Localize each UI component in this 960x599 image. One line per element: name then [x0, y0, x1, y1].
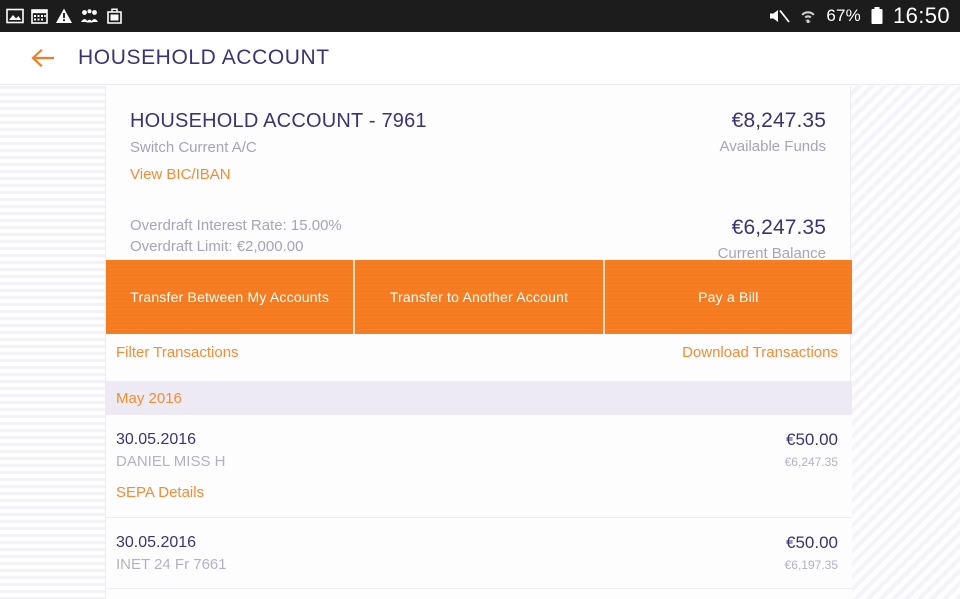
- filter-transactions-link[interactable]: Filter Transactions: [116, 344, 239, 361]
- switch-account-label[interactable]: Switch Current A/C: [130, 136, 427, 160]
- transaction-amount: €50.00: [786, 430, 838, 449]
- transaction-list: May 2016 30.05.2016 DANIEL MISS H €50.00…: [106, 381, 852, 599]
- sepa-details-link[interactable]: SEPA Details: [116, 481, 204, 505]
- wifi-icon: [801, 11, 815, 23]
- current-balance-block: €6,247.35 Current Balance: [718, 215, 826, 265]
- screenshot-icon: [107, 8, 122, 24]
- account-summary-top-row: HOUSEHOLD ACCOUNT - 7961 Switch Current …: [130, 108, 826, 187]
- table-row[interactable]: 30.05.2016 DANIEL MISS H €50.00 €6,247.3…: [106, 415, 852, 518]
- right-stripe-backdrop: [851, 86, 960, 599]
- account-identity: HOUSEHOLD ACCOUNT - 7961 Switch Current …: [130, 108, 427, 187]
- transaction-date: 30.05.2016: [116, 431, 197, 448]
- mute-icon: [770, 9, 791, 23]
- status-bar-left-icons: [6, 7, 768, 25]
- status-bar-right-icons: 67% 16:50: [768, 3, 950, 29]
- status-bar-clock: 16:50: [892, 3, 950, 28]
- left-stripe-backdrop: [0, 86, 105, 599]
- transaction-running-balance: €6,197.35: [784, 558, 838, 572]
- view-bic-iban-link[interactable]: View BIC/IBAN: [130, 163, 231, 187]
- people-sync-icon: [81, 9, 98, 23]
- overdraft-and-balance: Overdraft Interest Rate: 15.00% Overdraf…: [106, 215, 850, 265]
- transaction-description: DANIEL MISS H: [116, 453, 226, 470]
- app-header-bar: HOUSEHOLD ACCOUNT: [0, 32, 960, 85]
- transaction-main-line: 30.05.2016 DANIEL MISS H €50.00 €6,247.3…: [116, 429, 838, 473]
- current-balance-amount: €6,247.35: [731, 216, 826, 239]
- app-screen: 67% 16:50 HOUSEHOLD ACCOUNT HOUSEHOLD AC…: [0, 0, 960, 599]
- transaction-month-header: May 2016: [106, 381, 852, 415]
- available-funds-block: €8,247.35 Available Funds: [720, 108, 826, 158]
- transaction-right: €50.00 €6,197.35: [785, 532, 838, 575]
- account-name: HOUSEHOLD ACCOUNT - 7961: [130, 110, 427, 132]
- transaction-right: €50.00 €6,247.35: [785, 429, 838, 472]
- available-funds-label: Available Funds: [719, 138, 826, 155]
- account-action-buttons: Transfer Between My Accounts Transfer to…: [106, 260, 852, 334]
- transaction-main-line: 30.05.2016 INET 24 Fr 7661 €50.00 €6,197…: [116, 532, 838, 576]
- android-status-bar: 67% 16:50: [0, 0, 960, 32]
- overdraft-interest-rate: Overdraft Interest Rate: 15.00%: [130, 217, 342, 234]
- page-content: HOUSEHOLD ACCOUNT - 7961 Switch Current …: [0, 86, 960, 599]
- transaction-left: 30.05.2016 INET 24 Fr 7661: [116, 532, 227, 576]
- back-arrow-icon[interactable]: [28, 43, 58, 73]
- transaction-left: 30.05.2016 DANIEL MISS H: [116, 429, 225, 473]
- transfer-to-another-account-button[interactable]: Transfer to Another Account: [353, 260, 603, 334]
- image-icon: [6, 8, 24, 24]
- transaction-extra-links: SEPA Details: [116, 481, 838, 505]
- warning-icon: [56, 8, 72, 23]
- page-title: HOUSEHOLD ACCOUNT: [78, 46, 330, 69]
- pay-a-bill-button[interactable]: Pay a Bill: [602, 260, 852, 334]
- transaction-amount: €50.00: [786, 533, 838, 552]
- transaction-date: 30.05.2016: [116, 534, 197, 551]
- download-transactions-link[interactable]: Download Transactions: [682, 344, 838, 361]
- transfer-between-my-accounts-button[interactable]: Transfer Between My Accounts: [106, 260, 354, 334]
- available-funds-amount: €8,247.35: [731, 109, 826, 132]
- overdraft-limit: Overdraft Limit: €2,000.00: [130, 238, 304, 255]
- table-row[interactable]: 30.05.2016 INET 24 Fr 7661 €50.00 €6,197…: [106, 518, 852, 589]
- account-summary: HOUSEHOLD ACCOUNT - 7961 Switch Current …: [106, 86, 850, 187]
- battery-icon: [871, 7, 883, 24]
- transaction-description: INET 24 Fr 7661: [116, 556, 227, 573]
- calendar-icon: [31, 9, 48, 24]
- transactions-toolbar: Filter Transactions Download Transaction…: [106, 334, 852, 370]
- transaction-running-balance: €6,247.35: [784, 455, 838, 469]
- table-row[interactable]: 30.05.2016 €50.00: [106, 589, 852, 599]
- overdraft-details: Overdraft Interest Rate: 15.00% Overdraf…: [130, 215, 342, 257]
- battery-percent-label: 67%: [826, 6, 861, 25]
- account-card: HOUSEHOLD ACCOUNT - 7961 Switch Current …: [105, 86, 852, 599]
